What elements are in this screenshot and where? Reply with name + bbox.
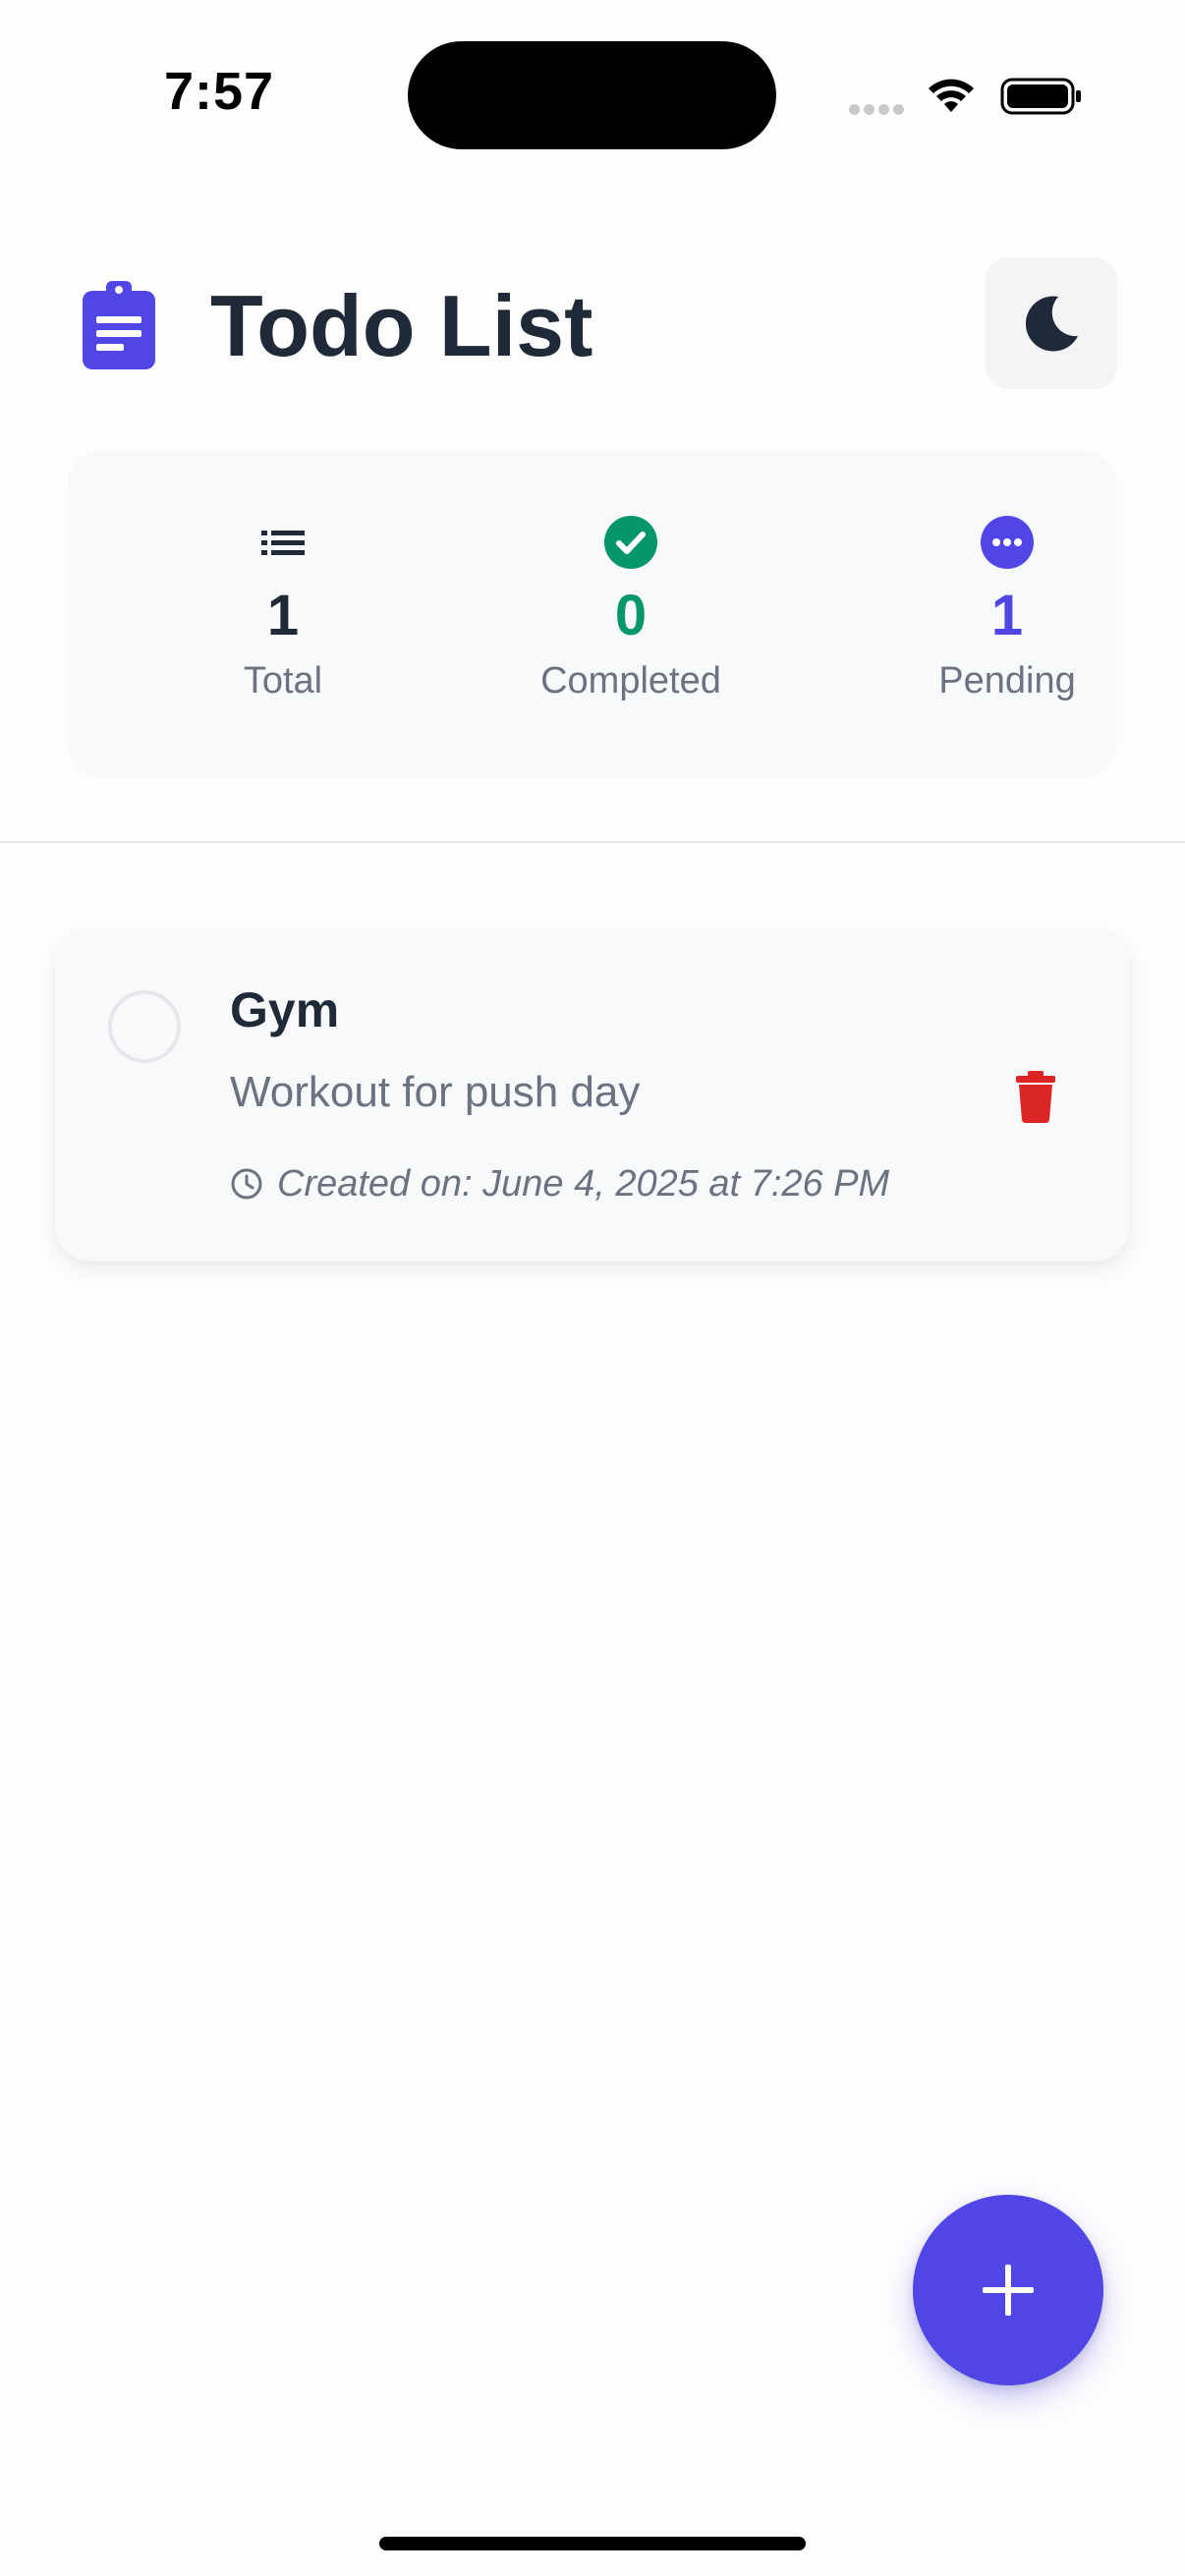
wifi-icon: [929, 79, 974, 112]
status-bar: 7:57: [0, 0, 1185, 196]
plus-icon: [983, 2265, 1034, 2316]
stat-total: 1 Total: [136, 515, 430, 705]
stats-card: 1 Total 0 Completed 1 Pending: [68, 450, 1117, 778]
divider: [0, 841, 1185, 843]
battery-icon: [1000, 78, 1081, 115]
list-icon: [261, 531, 305, 555]
ellipsis-circle-icon: [981, 516, 1034, 569]
clock-icon: [231, 1168, 262, 1200]
moon-icon: [1025, 296, 1078, 352]
stat-completed: 0 Completed: [483, 515, 778, 705]
dynamic-island: [408, 41, 776, 149]
task-meta: Created on: June 4, 2025 at 7:26 PM: [230, 1159, 889, 1208]
stat-pending-label: Pending: [938, 660, 1076, 701]
task-created-date: Created on: June 4, 2025 at 7:26 PM: [277, 1163, 890, 1204]
cellular-signal-icon: [849, 104, 908, 116]
clipboard-list-icon: [83, 281, 155, 369]
add-task-button[interactable]: [913, 2195, 1103, 2385]
page-title: Todo List: [210, 277, 593, 374]
stat-pending-value: 1: [990, 584, 1024, 647]
home-indicator[interactable]: [379, 2537, 806, 2550]
stat-pending: 1 Pending: [860, 515, 1155, 705]
stat-completed-label: Completed: [540, 660, 721, 701]
stat-completed-value: 0: [614, 584, 648, 647]
stat-total-label: Total: [243, 660, 323, 701]
task-description: Workout for push day: [230, 1068, 641, 1116]
task-card[interactable]: Gym Workout for push day Created on: Jun…: [55, 927, 1130, 1261]
task-title: Gym: [230, 982, 340, 1037]
theme-toggle-button[interactable]: [986, 257, 1117, 389]
trash-icon[interactable]: [1010, 1069, 1061, 1124]
check-circle-icon: [604, 516, 657, 569]
task-complete-checkbox[interactable]: [108, 990, 181, 1063]
status-time: 7:57: [163, 62, 275, 121]
header: Todo List: [0, 257, 1185, 389]
stat-total-value: 1: [266, 584, 300, 647]
